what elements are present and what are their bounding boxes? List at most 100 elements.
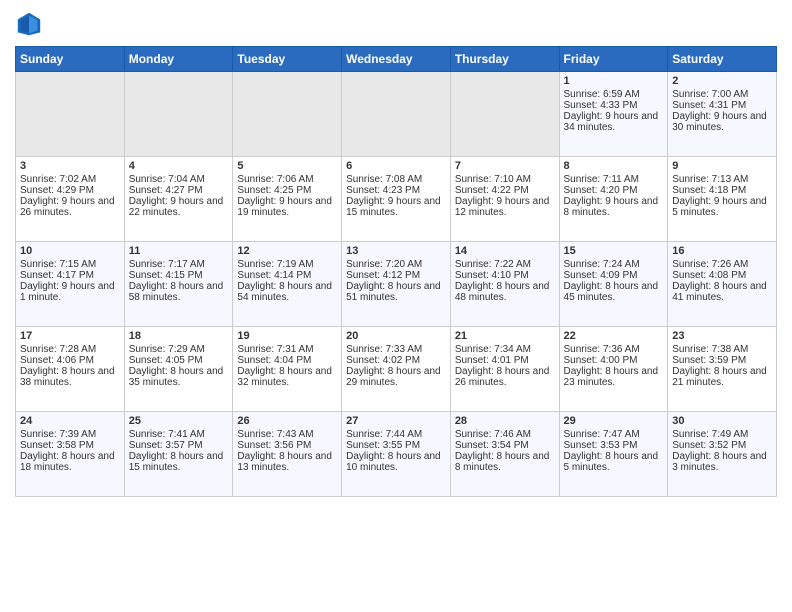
sunrise-text: Sunrise: 7:41 AM [129, 429, 205, 440]
sunset-text: Sunset: 4:23 PM [346, 185, 420, 196]
weekday-header-monday: Monday [124, 47, 233, 72]
sunset-text: Sunset: 4:22 PM [455, 185, 529, 196]
day-number: 4 [129, 160, 229, 172]
sunset-text: Sunset: 3:55 PM [346, 440, 420, 451]
daylight-text: Daylight: 9 hours and 12 minutes. [455, 196, 550, 218]
calendar-cell: 8Sunrise: 7:11 AMSunset: 4:20 PMDaylight… [559, 157, 668, 242]
sunrise-text: Sunrise: 7:24 AM [564, 259, 640, 270]
sunset-text: Sunset: 3:56 PM [237, 440, 311, 451]
calendar-cell: 13Sunrise: 7:20 AMSunset: 4:12 PMDayligh… [342, 242, 451, 327]
weekday-header-saturday: Saturday [668, 47, 777, 72]
sunrise-text: Sunrise: 7:29 AM [129, 344, 205, 355]
sunrise-text: Sunrise: 7:02 AM [20, 174, 96, 185]
sunrise-text: Sunrise: 7:06 AM [237, 174, 313, 185]
sunset-text: Sunset: 4:14 PM [237, 270, 311, 281]
daylight-text: Daylight: 8 hours and 13 minutes. [237, 451, 332, 473]
day-number: 14 [455, 245, 555, 257]
sunrise-text: Sunrise: 7:34 AM [455, 344, 531, 355]
calendar-cell [124, 72, 233, 157]
sunset-text: Sunset: 4:01 PM [455, 355, 529, 366]
week-row-4: 24Sunrise: 7:39 AMSunset: 3:58 PMDayligh… [16, 412, 777, 497]
calendar-cell: 25Sunrise: 7:41 AMSunset: 3:57 PMDayligh… [124, 412, 233, 497]
weekday-header-wednesday: Wednesday [342, 47, 451, 72]
calendar-cell: 28Sunrise: 7:46 AMSunset: 3:54 PMDayligh… [450, 412, 559, 497]
calendar-cell: 12Sunrise: 7:19 AMSunset: 4:14 PMDayligh… [233, 242, 342, 327]
day-number: 10 [20, 245, 120, 257]
sunrise-text: Sunrise: 7:26 AM [672, 259, 748, 270]
sunrise-text: Sunrise: 7:04 AM [129, 174, 205, 185]
weekday-header-sunday: Sunday [16, 47, 125, 72]
daylight-text: Daylight: 9 hours and 1 minute. [20, 281, 115, 303]
day-number: 29 [564, 415, 664, 427]
calendar-cell: 20Sunrise: 7:33 AMSunset: 4:02 PMDayligh… [342, 327, 451, 412]
daylight-text: Daylight: 8 hours and 23 minutes. [564, 366, 659, 388]
calendar-cell [450, 72, 559, 157]
calendar-cell: 30Sunrise: 7:49 AMSunset: 3:52 PMDayligh… [668, 412, 777, 497]
sunset-text: Sunset: 3:52 PM [672, 440, 746, 451]
daylight-text: Daylight: 8 hours and 26 minutes. [455, 366, 550, 388]
daylight-text: Daylight: 8 hours and 21 minutes. [672, 366, 767, 388]
daylight-text: Daylight: 8 hours and 45 minutes. [564, 281, 659, 303]
sunrise-text: Sunrise: 7:31 AM [237, 344, 313, 355]
sunrise-text: Sunrise: 7:44 AM [346, 429, 422, 440]
day-number: 20 [346, 330, 446, 342]
day-number: 30 [672, 415, 772, 427]
week-row-3: 17Sunrise: 7:28 AMSunset: 4:06 PMDayligh… [16, 327, 777, 412]
sunrise-text: Sunrise: 7:11 AM [564, 174, 639, 185]
week-row-2: 10Sunrise: 7:15 AMSunset: 4:17 PMDayligh… [16, 242, 777, 327]
sunset-text: Sunset: 4:05 PM [129, 355, 203, 366]
day-number: 26 [237, 415, 337, 427]
calendar-cell: 7Sunrise: 7:10 AMSunset: 4:22 PMDaylight… [450, 157, 559, 242]
daylight-text: Daylight: 9 hours and 15 minutes. [346, 196, 441, 218]
daylight-text: Daylight: 9 hours and 19 minutes. [237, 196, 332, 218]
day-number: 28 [455, 415, 555, 427]
sunset-text: Sunset: 4:31 PM [672, 100, 746, 111]
day-number: 1 [564, 75, 664, 87]
daylight-text: Daylight: 9 hours and 5 minutes. [672, 196, 767, 218]
logo-icon [15, 10, 43, 38]
daylight-text: Daylight: 8 hours and 41 minutes. [672, 281, 767, 303]
sunset-text: Sunset: 4:25 PM [237, 185, 311, 196]
day-number: 6 [346, 160, 446, 172]
daylight-text: Daylight: 8 hours and 48 minutes. [455, 281, 550, 303]
daylight-text: Daylight: 8 hours and 54 minutes. [237, 281, 332, 303]
weekday-header-tuesday: Tuesday [233, 47, 342, 72]
daylight-text: Daylight: 8 hours and 38 minutes. [20, 366, 115, 388]
sunrise-text: Sunrise: 7:43 AM [237, 429, 313, 440]
sunrise-text: Sunrise: 7:00 AM [672, 89, 748, 100]
sunrise-text: Sunrise: 7:38 AM [672, 344, 748, 355]
calendar-cell: 5Sunrise: 7:06 AMSunset: 4:25 PMDaylight… [233, 157, 342, 242]
daylight-text: Daylight: 8 hours and 29 minutes. [346, 366, 441, 388]
sunset-text: Sunset: 4:06 PM [20, 355, 94, 366]
calendar-cell [16, 72, 125, 157]
sunset-text: Sunset: 4:10 PM [455, 270, 529, 281]
calendar-cell: 10Sunrise: 7:15 AMSunset: 4:17 PMDayligh… [16, 242, 125, 327]
daylight-text: Daylight: 9 hours and 22 minutes. [129, 196, 224, 218]
daylight-text: Daylight: 8 hours and 15 minutes. [129, 451, 224, 473]
day-number: 11 [129, 245, 229, 257]
weekday-header-friday: Friday [559, 47, 668, 72]
sunset-text: Sunset: 3:53 PM [564, 440, 638, 451]
sunrise-text: Sunrise: 7:19 AM [237, 259, 313, 270]
daylight-text: Daylight: 8 hours and 58 minutes. [129, 281, 224, 303]
daylight-text: Daylight: 8 hours and 5 minutes. [564, 451, 659, 473]
calendar-cell: 1Sunrise: 6:59 AMSunset: 4:33 PMDaylight… [559, 72, 668, 157]
sunset-text: Sunset: 3:54 PM [455, 440, 529, 451]
daylight-text: Daylight: 8 hours and 10 minutes. [346, 451, 441, 473]
day-number: 9 [672, 160, 772, 172]
calendar-cell: 2Sunrise: 7:00 AMSunset: 4:31 PMDaylight… [668, 72, 777, 157]
calendar-cell: 4Sunrise: 7:04 AMSunset: 4:27 PMDaylight… [124, 157, 233, 242]
calendar-table: SundayMondayTuesdayWednesdayThursdayFrid… [15, 46, 777, 497]
calendar-cell [233, 72, 342, 157]
sunrise-text: Sunrise: 7:33 AM [346, 344, 422, 355]
day-number: 17 [20, 330, 120, 342]
day-number: 2 [672, 75, 772, 87]
sunrise-text: Sunrise: 7:15 AM [20, 259, 96, 270]
day-number: 19 [237, 330, 337, 342]
day-number: 8 [564, 160, 664, 172]
sunset-text: Sunset: 4:00 PM [564, 355, 638, 366]
sunset-text: Sunset: 4:20 PM [564, 185, 638, 196]
calendar-cell: 24Sunrise: 7:39 AMSunset: 3:58 PMDayligh… [16, 412, 125, 497]
calendar-cell: 14Sunrise: 7:22 AMSunset: 4:10 PMDayligh… [450, 242, 559, 327]
calendar-cell: 11Sunrise: 7:17 AMSunset: 4:15 PMDayligh… [124, 242, 233, 327]
